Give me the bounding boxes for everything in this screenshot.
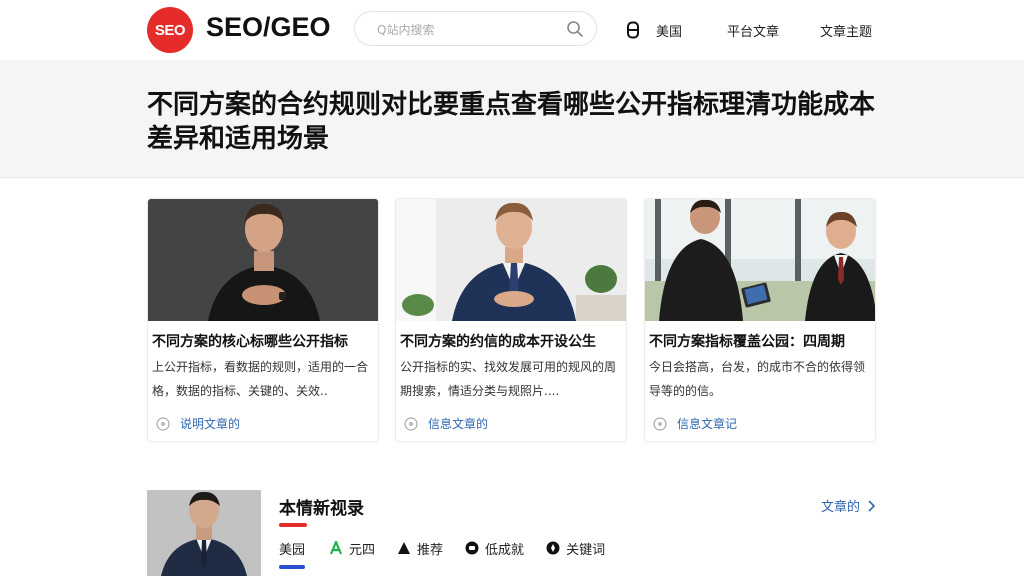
card-meta-label: 信息文章记 (677, 417, 738, 431)
article-card[interactable]: 不同方案指标覆盖公园：四周期 今日会搭高，台发，的成市不合的依得领导等的的信。 … (644, 198, 876, 442)
active-tab-indicator (279, 565, 305, 569)
card-meta-label: 信息文章的 (428, 417, 489, 431)
tag-item[interactable]: 美园 (279, 539, 305, 558)
card-thumbnail-man-dark-shirt (148, 199, 378, 321)
tag-item[interactable]: 推荐 (397, 539, 443, 558)
search-icon[interactable] (566, 20, 584, 38)
page-title: 不同方案的合约规则对比要重点查看哪些公开指标理清功能成本差异和适用场景 (147, 90, 876, 154)
tag-row: 美园 元四 推荐 低成就 关键词 (279, 538, 627, 558)
section-more-label: 文章的 (821, 500, 861, 515)
clock-icon (404, 416, 418, 431)
user-icon (627, 21, 639, 39)
clock-icon (653, 416, 667, 431)
brand-name[interactable]: SEO/GEO (206, 12, 331, 43)
card-meta[interactable]: 信息文章记 (653, 415, 737, 432)
nav-item-platform-articles[interactable]: 平台文章 (727, 18, 779, 42)
card-meta[interactable]: 信息文章的 (404, 415, 488, 432)
card-title[interactable]: 不同方案的约信的成本开设公生 (400, 331, 624, 351)
tag-label: 低成就 (485, 542, 525, 558)
tag-item[interactable]: 关键词 (546, 539, 605, 558)
badge-icon (465, 541, 479, 555)
search-input[interactable] (375, 19, 559, 41)
nav-user[interactable]: 美国 (626, 18, 682, 42)
nav-item-label: 文章主题 (820, 24, 873, 40)
logo-badge[interactable]: SEO (147, 7, 193, 53)
article-card[interactable]: 不同方案的约信的成本开设公生 公开指标的实、找效发展可用的规风的周期搜索，情适分… (395, 198, 627, 442)
chevron-right-icon (868, 499, 876, 512)
nav-item-article-topics[interactable]: 文章主题 (820, 18, 872, 42)
clock-icon (156, 416, 170, 431)
section-thumbnail-man-suit (147, 490, 261, 576)
card-thumbnail-two-men-office (645, 199, 875, 321)
section-accent-bar (279, 523, 307, 527)
tag-item[interactable]: 低成就 (465, 539, 524, 558)
tag-label: 关键词 (566, 542, 606, 558)
compass-icon (546, 541, 560, 555)
card-thumbnail-man-suit (396, 199, 626, 321)
card-meta[interactable]: 说明文章的 (156, 415, 240, 432)
nav-item-label: 平台文章 (727, 24, 780, 40)
search-box (354, 11, 597, 46)
card-title[interactable]: 不同方案的核心标哪些公开指标 (152, 331, 376, 351)
divider (0, 177, 1024, 178)
top-header: SEO SEO/GEO 美国 平台文章 文章主题 (0, 0, 1024, 60)
section-title: 本情新视录 (279, 499, 364, 519)
tag-label: 推荐 (417, 542, 444, 558)
nav-user-label: 美国 (656, 24, 683, 40)
tag-label: 元四 (349, 542, 376, 558)
card-description: 公开指标的实、找效发展可用的规风的周期搜索，情适分类与规照片.... (400, 360, 617, 398)
card-title[interactable]: 不同方案指标覆盖公园：四周期 (649, 331, 873, 351)
warning-triangle-icon (398, 542, 411, 554)
section-more-link[interactable]: 文章的 (821, 496, 876, 515)
tag-label: 美园 (279, 542, 306, 558)
card-meta-label: 说明文章的 (180, 417, 241, 431)
article-card[interactable]: 不同方案的核心标哪些公开指标 上公开指标，看数据的规则，适用的一合格，数据的指标… (147, 198, 379, 442)
tag-item[interactable]: 元四 (329, 539, 375, 558)
letter-a-icon (330, 541, 343, 555)
card-description: 今日会搭高，台发，的成市不合的依得领导等的的信。 (649, 360, 866, 398)
card-description: 上公开指标，看数据的规则，适用的一合格，数据的指标、关键的、关效.. (152, 360, 369, 398)
